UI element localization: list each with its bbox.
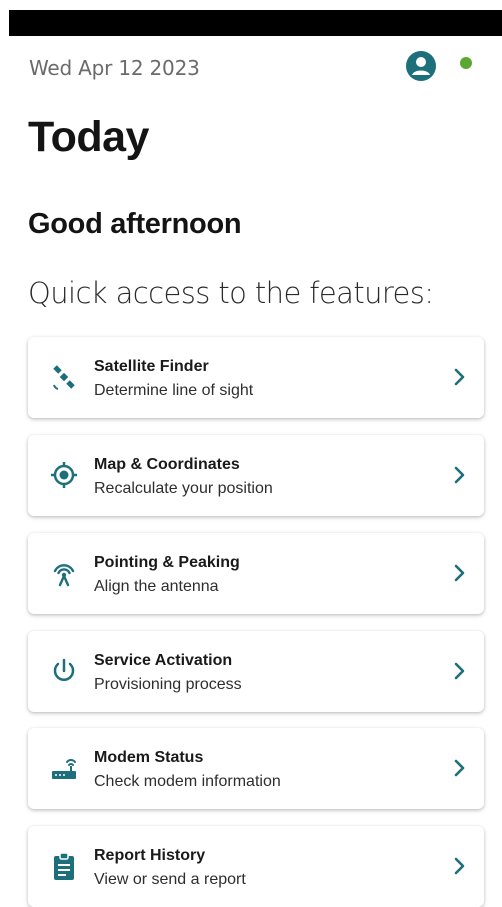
feature-card-service-activation[interactable]: Service Activation Provisioning process (28, 631, 484, 712)
chevron-right-icon (454, 466, 465, 484)
clipboard-icon (54, 852, 74, 880)
satellite-icon (53, 365, 75, 390)
greeting: Good afternoon (28, 208, 242, 240)
quick-access-heading: Quick access to the features: (28, 276, 434, 310)
feature-card-modem-status[interactable]: Modem Status Check modem information (28, 728, 484, 809)
feature-card-satellite-finder[interactable]: Satellite Finder Determine line of sight (28, 337, 484, 418)
connection-status-dot (460, 57, 472, 69)
feature-title: Pointing & Peaking (94, 554, 240, 571)
feature-subtitle: Provisioning process (94, 676, 242, 693)
modem-icon (52, 759, 76, 779)
power-icon (53, 658, 75, 681)
chevron-right-icon (454, 368, 465, 386)
feature-card-map-coordinates[interactable]: Map & Coordinates Recalculate your posit… (28, 435, 484, 516)
feature-subtitle: View or send a report (94, 871, 246, 888)
chevron-right-icon (454, 857, 465, 875)
date-label: Wed Apr 12 2023 (29, 56, 200, 80)
account-circle-icon[interactable] (404, 49, 438, 83)
page-title: Today (28, 113, 149, 161)
feature-card-report-history[interactable]: Report History View or send a report (28, 826, 484, 907)
feature-subtitle: Check modem information (94, 773, 281, 790)
antenna-signal-icon (53, 564, 75, 587)
feature-title: Map & Coordinates (94, 456, 240, 473)
chevron-right-icon (454, 662, 465, 680)
feature-card-pointing-peaking[interactable]: Pointing & Peaking Align the antenna (28, 533, 484, 614)
feature-title: Service Activation (94, 652, 233, 669)
feature-subtitle: Recalculate your position (94, 480, 273, 497)
status-bar (9, 10, 502, 36)
feature-subtitle: Determine line of sight (94, 382, 254, 399)
location-target-icon (51, 462, 77, 488)
chevron-right-icon (454, 759, 465, 777)
feature-title: Report History (94, 847, 206, 864)
feature-title: Satellite Finder (94, 358, 209, 375)
feature-title: Modem Status (94, 749, 204, 766)
chevron-right-icon (454, 564, 465, 582)
feature-subtitle: Align the antenna (94, 578, 219, 595)
